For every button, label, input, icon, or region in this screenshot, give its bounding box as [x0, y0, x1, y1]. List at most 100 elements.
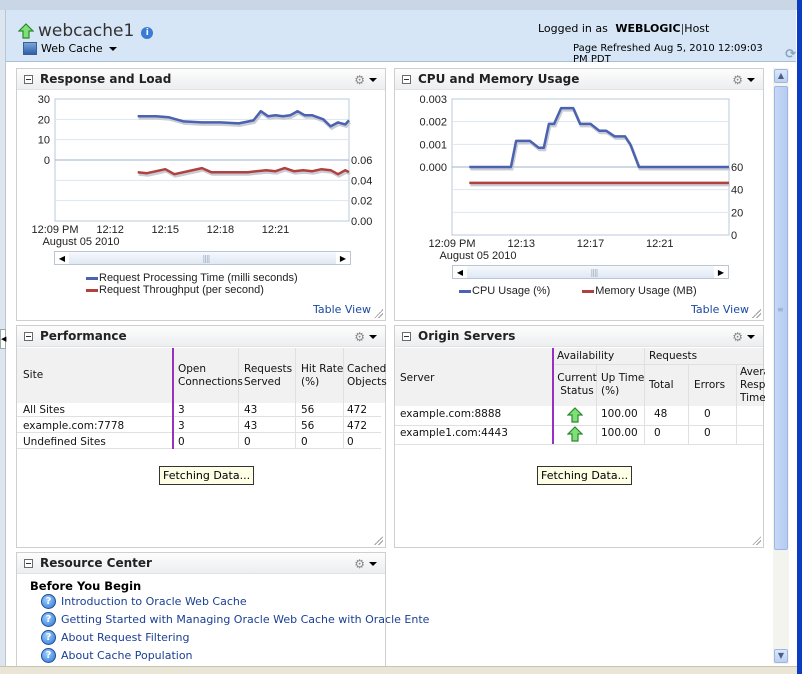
refresh-icon[interactable]: ⟳: [785, 47, 796, 62]
column-header-requests-served[interactable]: Requests Served: [244, 363, 294, 389]
y-right-tick-label: 0.02: [351, 196, 372, 208]
collapse-icon[interactable]: [402, 331, 411, 341]
table-view-link[interactable]: Table View: [691, 303, 749, 316]
column-header-site[interactable]: Site: [23, 369, 43, 381]
scroll-up-icon[interactable]: ▲: [774, 69, 788, 83]
web-cache-menu[interactable]: Web Cache: [23, 42, 117, 55]
frozen-column-divider[interactable]: [552, 348, 554, 444]
chevron-down-icon: [747, 78, 755, 82]
x-tick-label: 12:15: [151, 224, 179, 236]
help-link-label[interactable]: About Cache Population: [61, 649, 193, 662]
total-requests: 0: [654, 427, 661, 439]
status-up-icon: [567, 407, 583, 423]
column-header-total[interactable]: Total: [649, 379, 674, 391]
collapse-icon[interactable]: [24, 74, 33, 84]
response-load-panel: Response and Load ⚙ 30 20 10 0 0.06 0.04 0.02 0…: [16, 68, 386, 321]
scroll-left-icon[interactable]: ◀: [55, 252, 69, 264]
table-cell: 472: [347, 404, 368, 416]
scroll-down-icon[interactable]: ▼: [774, 649, 788, 663]
chevron-down-icon: [369, 335, 377, 339]
page-header: webcache1 i Web Cache Logged in as WEBLO…: [6, 10, 796, 65]
info-icon[interactable]: i: [141, 26, 154, 39]
gear-menu[interactable]: ⚙: [354, 330, 377, 344]
resize-handle[interactable]: [752, 536, 761, 545]
collapse-icon[interactable]: [24, 331, 33, 341]
chevron-down-icon: [369, 562, 377, 566]
help-link[interactable]: ? About Request Filtering: [41, 630, 189, 645]
panel-header: Origin Servers ⚙: [395, 326, 763, 347]
y-left-tick-label: 0: [44, 155, 50, 167]
cpu-memory-chart: 0.003 0.002 0.001 0.000 60 40 20 0 12:09 PM 12:13…: [419, 94, 743, 262]
table-cell: 3: [178, 404, 185, 416]
help-icon: ?: [41, 594, 56, 609]
column-header-open-connections[interactable]: Open Connections: [178, 363, 243, 389]
y-left-tick-label: 10: [38, 135, 50, 147]
gear-icon: ⚙: [354, 557, 365, 571]
help-link[interactable]: ? About Cache Population: [41, 648, 193, 663]
gear-menu[interactable]: ⚙: [354, 557, 377, 571]
x-tick-label: 12:17: [577, 238, 605, 250]
column-header-cached-objects[interactable]: Cached Objects: [347, 363, 387, 389]
table-cell: 0: [178, 436, 185, 448]
legend-swatch: [459, 289, 471, 293]
legend-swatch: [86, 288, 98, 292]
column-header-avg-response-time[interactable]: Average Response Time: [740, 366, 765, 406]
help-link[interactable]: ? Introduction to Oracle Web Cache: [41, 594, 247, 609]
chart-scrollbar[interactable]: ◀ |||| ▶: [452, 265, 729, 279]
gear-icon: ⚙: [732, 330, 743, 344]
help-link[interactable]: ? Getting Started with Managing Oracle We…: [41, 612, 429, 627]
side-panel-toggle[interactable]: ◀: [0, 329, 6, 349]
scroll-left-icon[interactable]: ◀: [453, 266, 467, 278]
help-link-label[interactable]: Getting Started with Managing Oracle Web…: [61, 613, 429, 626]
gear-menu[interactable]: ⚙: [732, 330, 755, 344]
resize-handle[interactable]: [374, 309, 383, 318]
help-link-label[interactable]: About Request Filtering: [61, 631, 189, 644]
x-tick-label: 12:21: [262, 224, 290, 236]
frozen-column-divider[interactable]: [172, 348, 174, 449]
top-strip: [0, 0, 802, 10]
status-up-icon: [567, 426, 583, 442]
username: WEBLOGIC: [615, 22, 681, 35]
table-cell: 0: [244, 436, 251, 448]
x-tick-label: 12:12: [96, 224, 124, 236]
legend-label: Request Throughput (per second): [99, 284, 264, 296]
column-header-server[interactable]: Server: [400, 372, 434, 384]
scroll-right-icon[interactable]: ▶: [714, 266, 728, 278]
column-header-errors[interactable]: Errors: [694, 379, 725, 391]
table-cell: 43: [244, 420, 258, 432]
resize-handle[interactable]: [374, 536, 383, 545]
help-link-label[interactable]: Introduction to Oracle Web Cache: [61, 595, 247, 608]
section-heading: Before You Begin: [30, 579, 142, 593]
table-row-site: Undefined Sites: [23, 436, 106, 448]
y-left-tick-label: 0.002: [419, 117, 447, 129]
y-left-tick-label: 30: [38, 94, 50, 106]
table-cell: 0: [301, 436, 308, 448]
column-header-current-status[interactable]: Current Status: [557, 372, 597, 398]
scroll-right-icon[interactable]: ▶: [336, 252, 350, 264]
logged-in-label: Logged in as: [538, 22, 608, 35]
x-tick-label: 12:18: [207, 224, 235, 236]
column-header-hit-rate[interactable]: Hit Rate (%): [301, 363, 345, 389]
collapse-icon[interactable]: [402, 74, 411, 84]
column-header-up-time[interactable]: Up Time (%): [601, 372, 645, 398]
x-date-label: August 05 2010: [439, 250, 516, 262]
fetching-data-indicator: Fetching Data...: [537, 466, 633, 485]
scroll-grip: ||||: [202, 254, 211, 263]
gear-menu[interactable]: ⚙: [732, 73, 755, 87]
legend-item: CPU Usage (%): [459, 285, 550, 297]
resource-center-panel: Resource Center ⚙ Before You Begin ? Intr…: [16, 552, 429, 670]
chart-scrollbar[interactable]: ◀ |||| ▶: [54, 251, 351, 265]
collapse-icon[interactable]: [24, 558, 33, 568]
panel-title: Resource Center: [40, 556, 152, 570]
table-view-link[interactable]: Table View: [313, 303, 371, 316]
y-right-tick-label: 0.04: [351, 175, 372, 187]
status-up-icon: [18, 23, 34, 39]
server-name: example.com:8888: [400, 408, 502, 420]
gear-menu[interactable]: ⚙: [354, 73, 377, 87]
legend-item: Request Throughput (per second): [86, 284, 298, 296]
page-scrollbar[interactable]: ▲ ≡ ▼: [773, 68, 789, 664]
x-date-label: August 05 2010: [42, 236, 119, 248]
login-info: Logged in as WEBLOGIC|Host: [538, 22, 709, 35]
scroll-thumb[interactable]: [774, 86, 788, 550]
resize-handle[interactable]: [752, 309, 761, 318]
